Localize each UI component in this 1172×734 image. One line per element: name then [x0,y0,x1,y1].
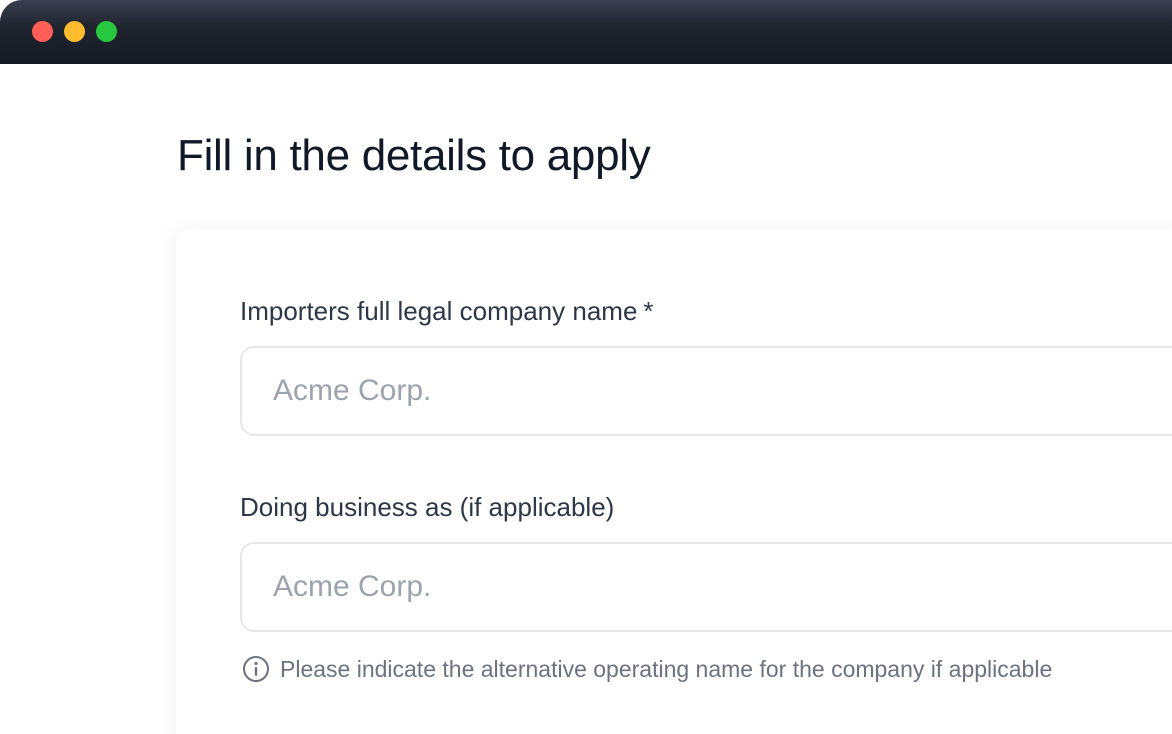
dba-input[interactable] [242,544,1172,630]
page-content: Fill in the details to apply Importers f… [0,64,1172,734]
window-maximize-button[interactable] [96,21,117,42]
window-close-button[interactable] [32,21,53,42]
window-minimize-button[interactable] [64,21,85,42]
company-name-input[interactable] [242,348,1172,434]
company-name-field[interactable] [240,346,1172,436]
dba-hint: Please indicate the alternative operatin… [242,655,1052,683]
page-title: Fill in the details to apply [177,131,651,180]
window-titlebar [0,0,1172,64]
dba-hint-text: Please indicate the alternative operatin… [280,655,1053,682]
company-name-label: Importers full legal company name * [240,296,654,327]
app-window: Fill in the details to apply Importers f… [0,0,1172,734]
application-form-card: Importers full legal company name* Doing… [176,230,1172,734]
dba-field[interactable] [240,542,1172,632]
required-asterisk: * [643,296,654,326]
info-icon [242,655,270,683]
company-name-label-text: Importers full legal company name [240,296,638,326]
dba-label: Doing business as (if applicable) [240,492,615,522]
